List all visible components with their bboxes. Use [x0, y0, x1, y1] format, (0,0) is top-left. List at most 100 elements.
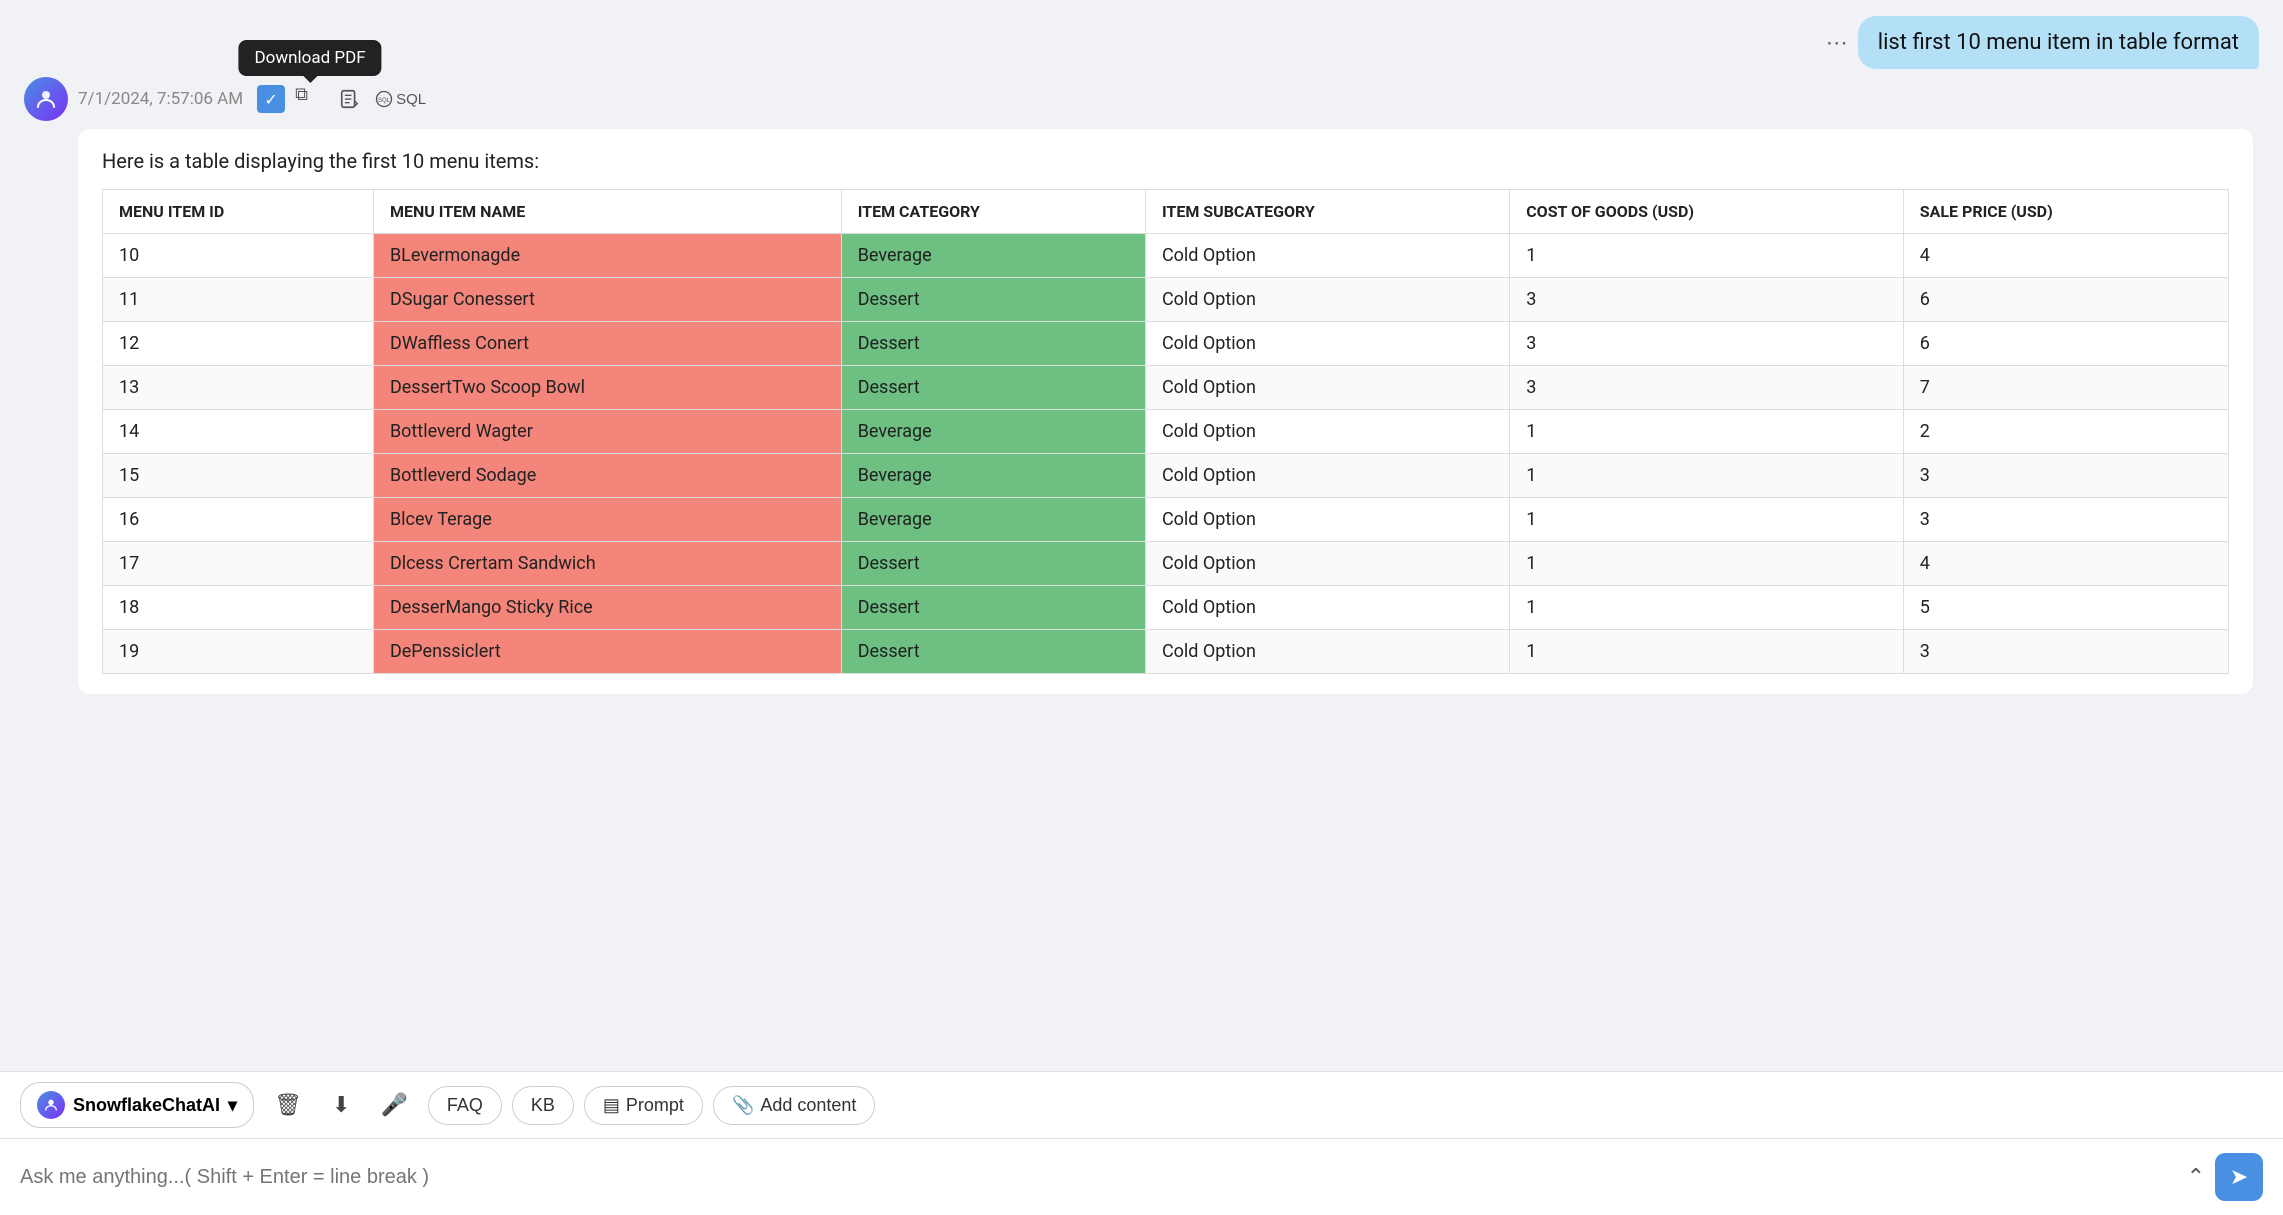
table-row: 15Bottleverd SodageBeverageCold Option13 — [103, 454, 2229, 498]
col-header-category: ITEM CATEGORY — [841, 190, 1145, 234]
cell-cost: 3 — [1510, 278, 1904, 322]
table-header-row: MENU ITEM ID MENU ITEM NAME ITEM CATEGOR… — [103, 190, 2229, 234]
chevron-down-icon: ▾ — [228, 1095, 237, 1116]
cell-category: Beverage — [841, 454, 1145, 498]
cell-id: 19 — [103, 630, 374, 674]
chat-container: ⋯ list first 10 menu item in table forma… — [0, 0, 2283, 1071]
cell-subcategory: Cold Option — [1145, 278, 1509, 322]
cell-cost: 1 — [1510, 586, 1904, 630]
cell-category: Dessert — [841, 278, 1145, 322]
cell-id: 13 — [103, 366, 374, 410]
cell-category: Beverage — [841, 498, 1145, 542]
cell-cost: 1 — [1510, 542, 1904, 586]
cell-price: 3 — [1903, 630, 2228, 674]
svg-text:SQL: SQL — [378, 98, 391, 104]
col-header-cost: COST OF GOODS (USD) — [1510, 190, 1904, 234]
bot-message-row: 7/1/2024, 7:57:06 AM ✓ Download PDF ⧉ SQ… — [0, 77, 2283, 702]
cell-price: 3 — [1903, 498, 2228, 542]
table-row: 13DessertTwo Scoop BowlDessertCold Optio… — [103, 366, 2229, 410]
bot-timestamp: 7/1/2024, 7:57:06 AM — [78, 89, 243, 109]
cell-subcategory: Cold Option — [1145, 410, 1509, 454]
table-row: 14Bottleverd WagterBeverageCold Option12 — [103, 410, 2229, 454]
input-row: ⌃ ➤ — [0, 1138, 2283, 1215]
cell-name: Dlcess Crertam Sandwich — [373, 542, 841, 586]
cell-subcategory: Cold Option — [1145, 322, 1509, 366]
table-row: 11DSugar ConessertDessertCold Option36 — [103, 278, 2229, 322]
cell-subcategory: Cold Option — [1145, 586, 1509, 630]
cell-category: Beverage — [841, 410, 1145, 454]
check-icon[interactable]: ✓ — [257, 85, 285, 113]
cell-cost: 1 — [1510, 410, 1904, 454]
col-header-name: MENU ITEM NAME — [373, 190, 841, 234]
send-icon: ➤ — [2230, 1164, 2248, 1190]
download-pdf-button[interactable]: Download PDF ⧉ — [295, 84, 325, 114]
chat-input[interactable] — [20, 1166, 2177, 1189]
cell-name: DesserMango Sticky Rice — [373, 586, 841, 630]
download-tooltip-label: Download PDF — [238, 40, 381, 76]
cell-id: 12 — [103, 322, 374, 366]
kb-label: KB — [531, 1095, 555, 1116]
cell-subcategory: Cold Option — [1145, 454, 1509, 498]
table-row: 19DePenssiclertDessertCold Option13 — [103, 630, 2229, 674]
cell-cost: 1 — [1510, 630, 1904, 674]
table-row: 17Dlcess Crertam SandwichDessertCold Opt… — [103, 542, 2229, 586]
table-row: 10BLevermonagdeBeverageCold Option14 — [103, 234, 2229, 278]
sql-label: SQL — [396, 91, 426, 108]
cell-price: 3 — [1903, 454, 2228, 498]
add-content-label: Add content — [760, 1095, 856, 1116]
prompt-button[interactable]: ▤ Prompt — [584, 1086, 703, 1125]
microphone-button[interactable]: 🎤 — [370, 1086, 417, 1124]
cell-price: 2 — [1903, 410, 2228, 454]
pdf-download-icon[interactable] — [335, 84, 365, 114]
cell-name: DSugar Conessert — [373, 278, 841, 322]
cell-id: 10 — [103, 234, 374, 278]
col-header-subcategory: ITEM SUBCATEGORY — [1145, 190, 1509, 234]
col-header-id: MENU ITEM ID — [103, 190, 374, 234]
prompt-label: Prompt — [626, 1095, 684, 1116]
brand-button[interactable]: SnowflakeChatAI ▾ — [20, 1082, 254, 1128]
download-button[interactable]: ⬇ — [322, 1086, 360, 1124]
faq-button[interactable]: FAQ — [428, 1086, 502, 1125]
cell-subcategory: Cold Option — [1145, 630, 1509, 674]
bottom-toolbar: SnowflakeChatAI ▾ 🗑 ⬇ 🎤 FAQ KB ▤ Prompt … — [0, 1071, 2283, 1138]
cell-price: 6 — [1903, 278, 2228, 322]
bot-header: 7/1/2024, 7:57:06 AM ✓ Download PDF ⧉ SQ… — [24, 77, 2259, 121]
cell-price: 4 — [1903, 234, 2228, 278]
cell-id: 14 — [103, 410, 374, 454]
cell-name: Bottleverd Sodage — [373, 454, 841, 498]
cell-category: Dessert — [841, 630, 1145, 674]
user-bubble: list first 10 menu item in table format — [1858, 16, 2259, 69]
user-message-text: list first 10 menu item in table format — [1878, 30, 2239, 55]
col-header-price: SALE PRICE (USD) — [1903, 190, 2228, 234]
cell-id: 15 — [103, 454, 374, 498]
delete-button[interactable]: 🗑 — [264, 1086, 312, 1124]
cell-name: BLevermonagde — [373, 234, 841, 278]
send-button[interactable]: ➤ — [2215, 1153, 2263, 1201]
cell-id: 11 — [103, 278, 374, 322]
faq-label: FAQ — [447, 1095, 483, 1116]
cell-subcategory: Cold Option — [1145, 366, 1509, 410]
brand-label: SnowflakeChatAI — [73, 1095, 220, 1116]
menu-items-table: MENU ITEM ID MENU ITEM NAME ITEM CATEGOR… — [102, 189, 2229, 674]
brand-avatar-icon — [37, 1091, 65, 1119]
cell-name: DePenssiclert — [373, 630, 841, 674]
cell-cost: 3 — [1510, 366, 1904, 410]
kb-button[interactable]: KB — [512, 1086, 574, 1125]
cell-name: DessertTwo Scoop Bowl — [373, 366, 841, 410]
table-row: 18DesserMango Sticky RiceDessertCold Opt… — [103, 586, 2229, 630]
cell-cost: 1 — [1510, 454, 1904, 498]
cell-id: 17 — [103, 542, 374, 586]
cell-subcategory: Cold Option — [1145, 542, 1509, 586]
sql-button[interactable]: SQL SQL — [375, 90, 426, 108]
cell-cost: 3 — [1510, 322, 1904, 366]
cell-subcategory: Cold Option — [1145, 498, 1509, 542]
add-content-button[interactable]: 📎 Add content — [713, 1086, 876, 1125]
cell-price: 4 — [1903, 542, 2228, 586]
more-options-button[interactable]: ⋯ — [1826, 30, 1848, 56]
prompt-icon: ▤ — [603, 1095, 620, 1116]
table-row: 12DWaffless ConertDessertCold Option36 — [103, 322, 2229, 366]
cell-price: 5 — [1903, 586, 2228, 630]
collapse-button[interactable]: ⌃ — [2187, 1164, 2205, 1190]
cell-price: 6 — [1903, 322, 2228, 366]
paperclip-icon: 📎 — [732, 1095, 754, 1116]
